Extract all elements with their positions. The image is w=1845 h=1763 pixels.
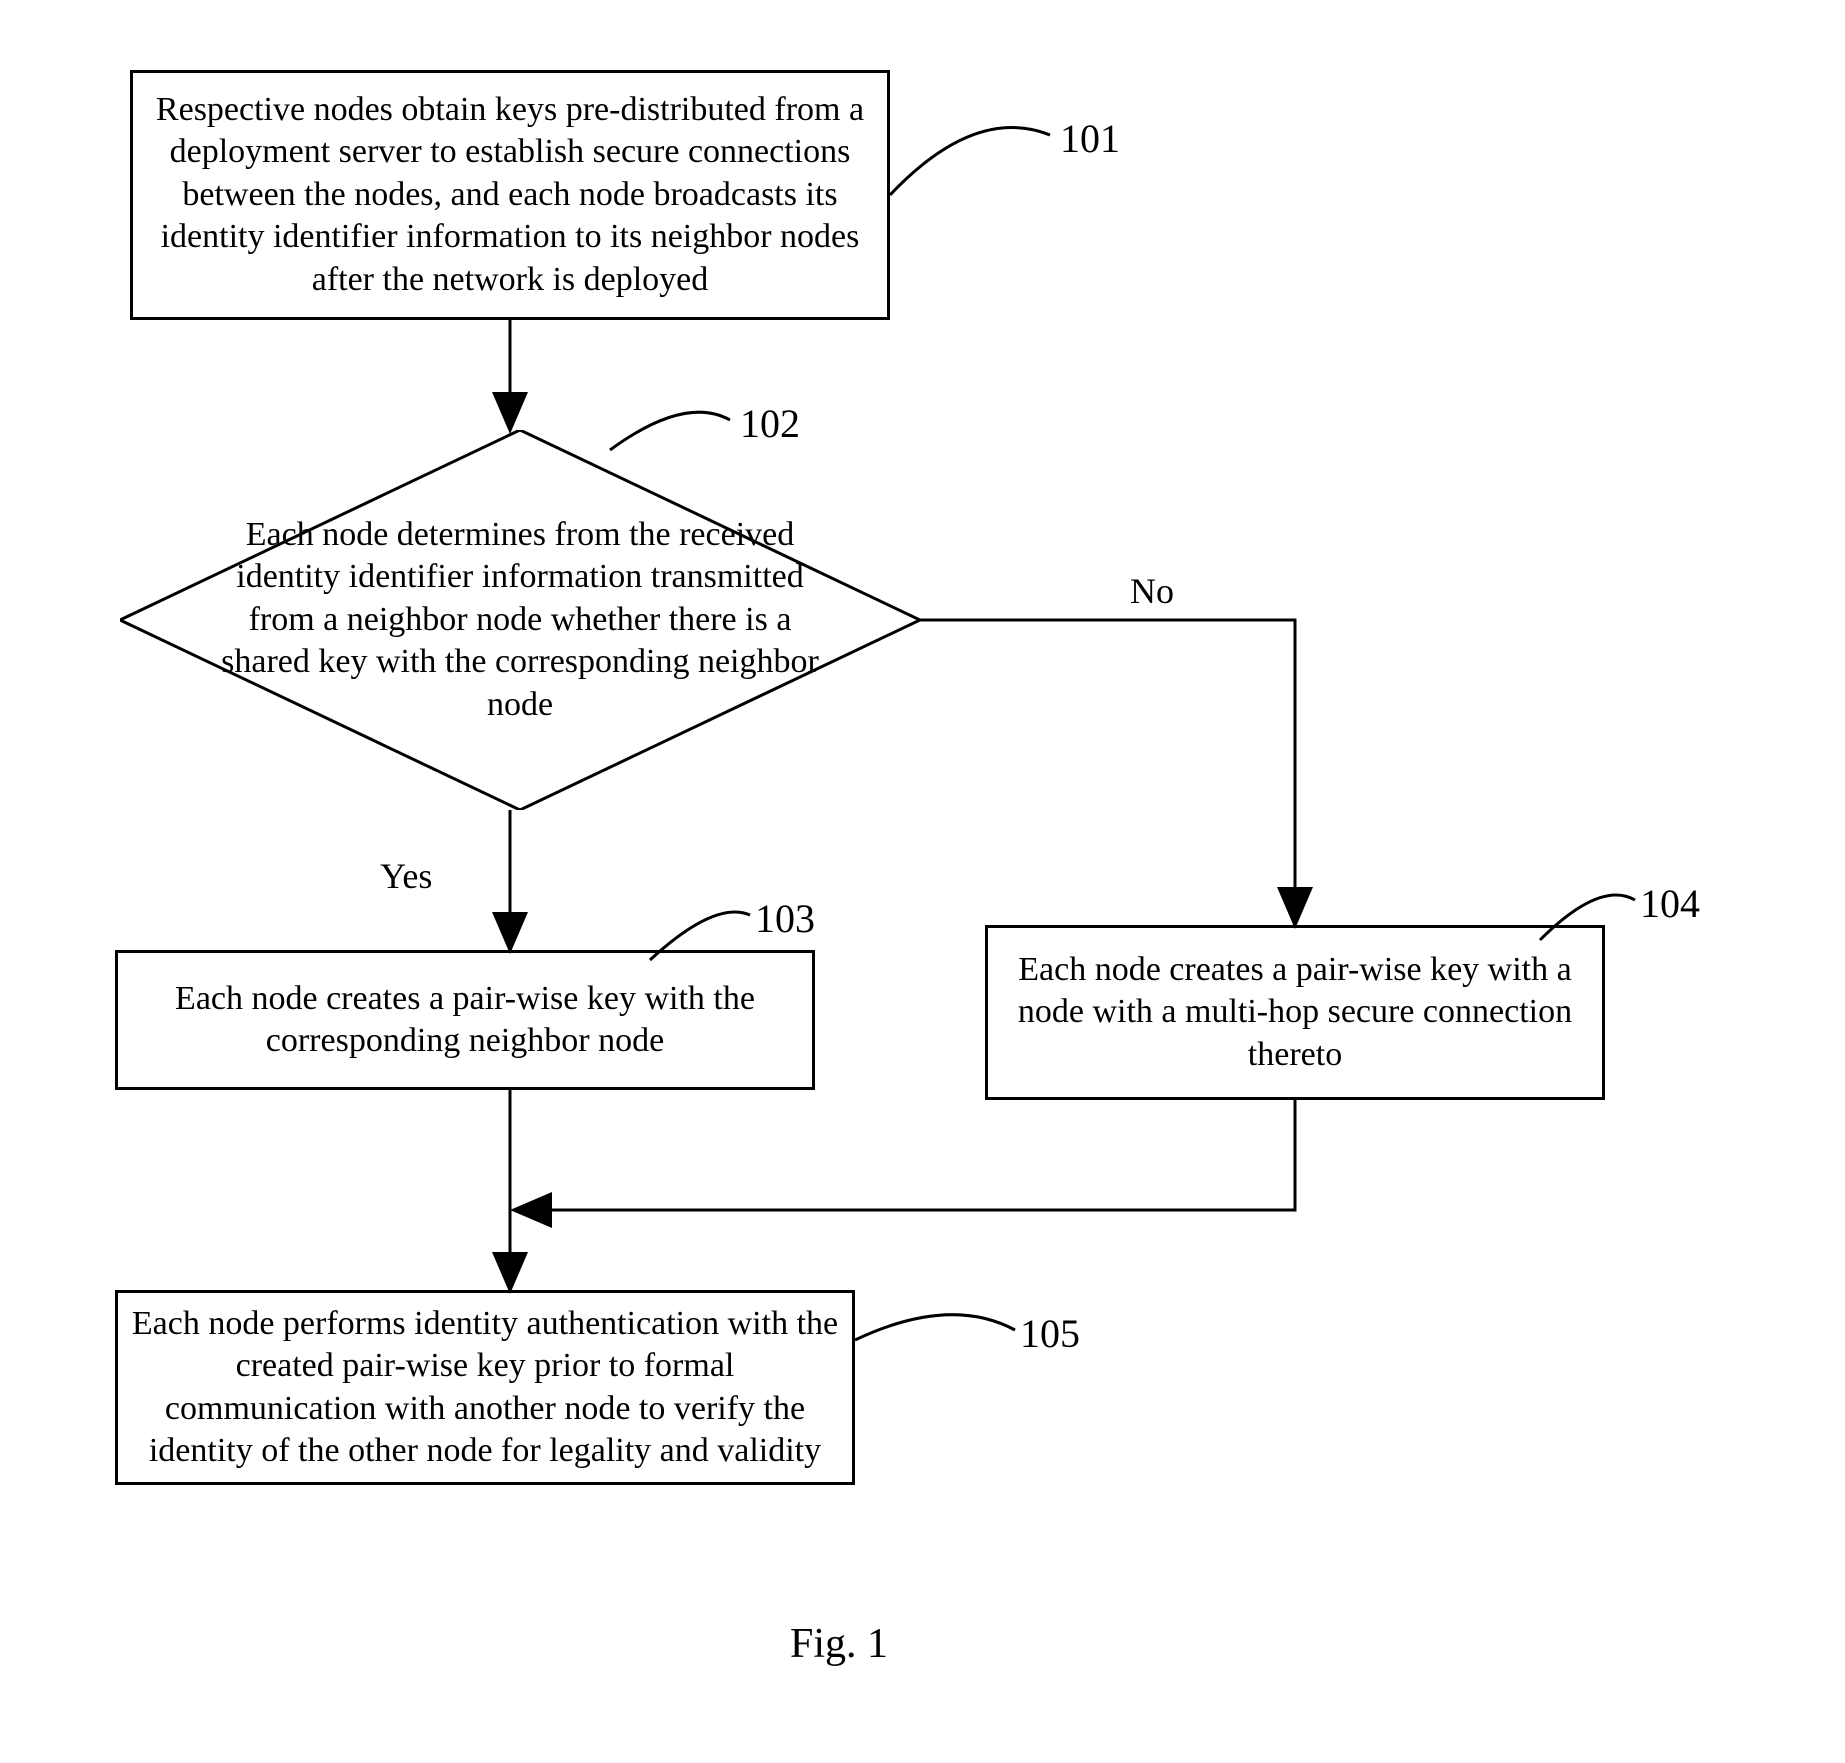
step-103-label: 103 [755,895,815,942]
step-101-label: 101 [1060,115,1120,162]
step-102-label: 102 [740,400,800,447]
step-101-text: Respective nodes obtain keys pre-distrib… [145,89,875,302]
step-105-label: 105 [1020,1310,1080,1357]
no-label: No [1130,570,1174,612]
step-104-box: Each node creates a pair-wise key with a… [985,925,1605,1100]
figure-caption: Fig. 1 [790,1620,888,1668]
step-105-box: Each node performs identity authenticati… [115,1290,855,1485]
step-104-text: Each node creates a pair-wise key with a… [1000,949,1590,1077]
step-104-label: 104 [1640,880,1700,927]
step-102-decision: Each node determines from the received i… [120,430,920,810]
yes-label: Yes [380,855,432,897]
step-101-box: Respective nodes obtain keys pre-distrib… [130,70,890,320]
step-103-text: Each node creates a pair-wise key with t… [130,978,800,1063]
step-103-box: Each node creates a pair-wise key with t… [115,950,815,1090]
step-105-text: Each node performs identity authenticati… [130,1303,840,1473]
